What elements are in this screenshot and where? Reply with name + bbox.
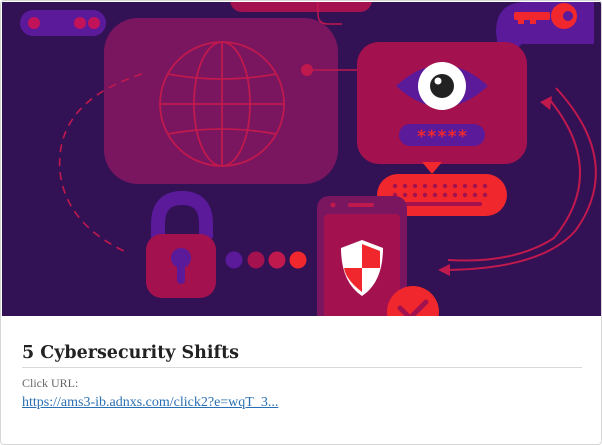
click-url-link[interactable]: https://ams3-ib.adnxs.com/click2?e=wqT_3… <box>22 395 278 411</box>
card-title: 5 Cybersecurity Shifts <box>22 339 582 368</box>
globe-icon <box>159 41 285 167</box>
password-mask: ***** <box>416 127 467 147</box>
cybersecurity-illustration: ***** <box>20 2 597 316</box>
hero-illustration: ***** <box>2 2 601 316</box>
click-url-label: Click URL: <box>22 376 79 390</box>
pin-dots <box>225 251 307 269</box>
card-content: 5 Cybersecurity Shifts Click URL: https:… <box>22 339 582 411</box>
padlock-icon <box>146 190 216 298</box>
ad-preview-card: ***** 5 Cybersecurity Shifts Click URL: … <box>0 0 602 445</box>
